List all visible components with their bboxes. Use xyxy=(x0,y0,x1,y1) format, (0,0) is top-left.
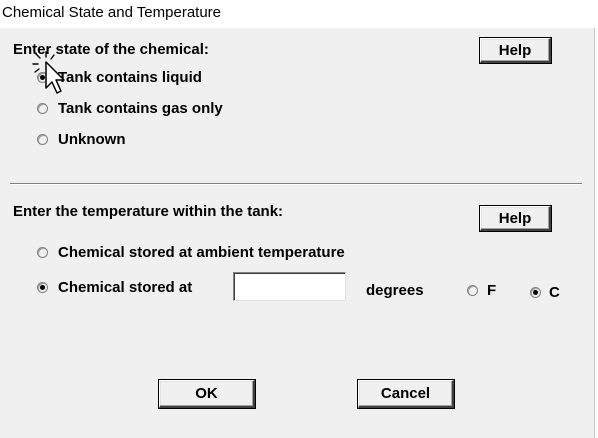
radio-tank-gas-indicator[interactable] xyxy=(37,103,48,114)
radio-state-unknown-label: Unknown xyxy=(58,131,126,148)
cancel-button-label: Cancel xyxy=(380,385,431,402)
state-help-button-label: Help xyxy=(498,41,532,59)
radio-unit-c-indicator[interactable] xyxy=(530,287,541,298)
cancel-button[interactable]: Cancel xyxy=(357,379,455,409)
radio-stored-at-label: Chemical stored at xyxy=(58,279,193,296)
radio-tank-liquid[interactable]: Tank contains liquid xyxy=(37,69,202,86)
radio-unit-f-label: F xyxy=(487,282,497,299)
radio-state-unknown-indicator[interactable] xyxy=(37,134,48,145)
radio-tank-liquid-indicator[interactable] xyxy=(37,72,48,83)
radio-stored-at[interactable]: Chemical stored at xyxy=(37,279,192,296)
radio-ambient-temperature[interactable]: Chemical stored at ambient temperature xyxy=(37,244,345,261)
temperature-help-button-label: Help xyxy=(498,209,532,227)
radio-stored-at-indicator[interactable] xyxy=(37,282,48,293)
radio-unit-f[interactable]: F xyxy=(467,282,496,299)
state-help-button[interactable]: Help xyxy=(479,37,552,64)
degrees-label: degrees xyxy=(366,282,424,299)
radio-unit-c-label: C xyxy=(549,284,560,301)
temperature-input[interactable] xyxy=(233,272,346,301)
radio-ambient-temperature-label: Chemical stored at ambient temperature xyxy=(58,244,345,261)
radio-tank-liquid-label: Tank contains liquid xyxy=(58,69,202,86)
radio-unit-f-indicator[interactable] xyxy=(467,285,478,296)
window-title: Chemical State and Temperature xyxy=(2,4,222,21)
radio-state-unknown[interactable]: Unknown xyxy=(37,131,126,148)
temperature-help-button[interactable]: Help xyxy=(479,205,552,232)
radio-ambient-temperature-indicator[interactable] xyxy=(37,247,48,258)
state-heading: Enter state of the chemical: xyxy=(13,41,209,58)
ok-button[interactable]: OK xyxy=(158,379,256,409)
temperature-heading: Enter the temperature within the tank: xyxy=(13,203,284,220)
dialog-body: Enter state of the chemical: Help Tank c… xyxy=(0,28,595,438)
section-divider xyxy=(10,183,582,185)
ok-button-label: OK xyxy=(195,385,218,402)
radio-tank-gas-label: Tank contains gas only xyxy=(58,100,223,117)
radio-unit-c[interactable]: C xyxy=(530,284,560,301)
radio-tank-gas[interactable]: Tank contains gas only xyxy=(37,100,223,117)
